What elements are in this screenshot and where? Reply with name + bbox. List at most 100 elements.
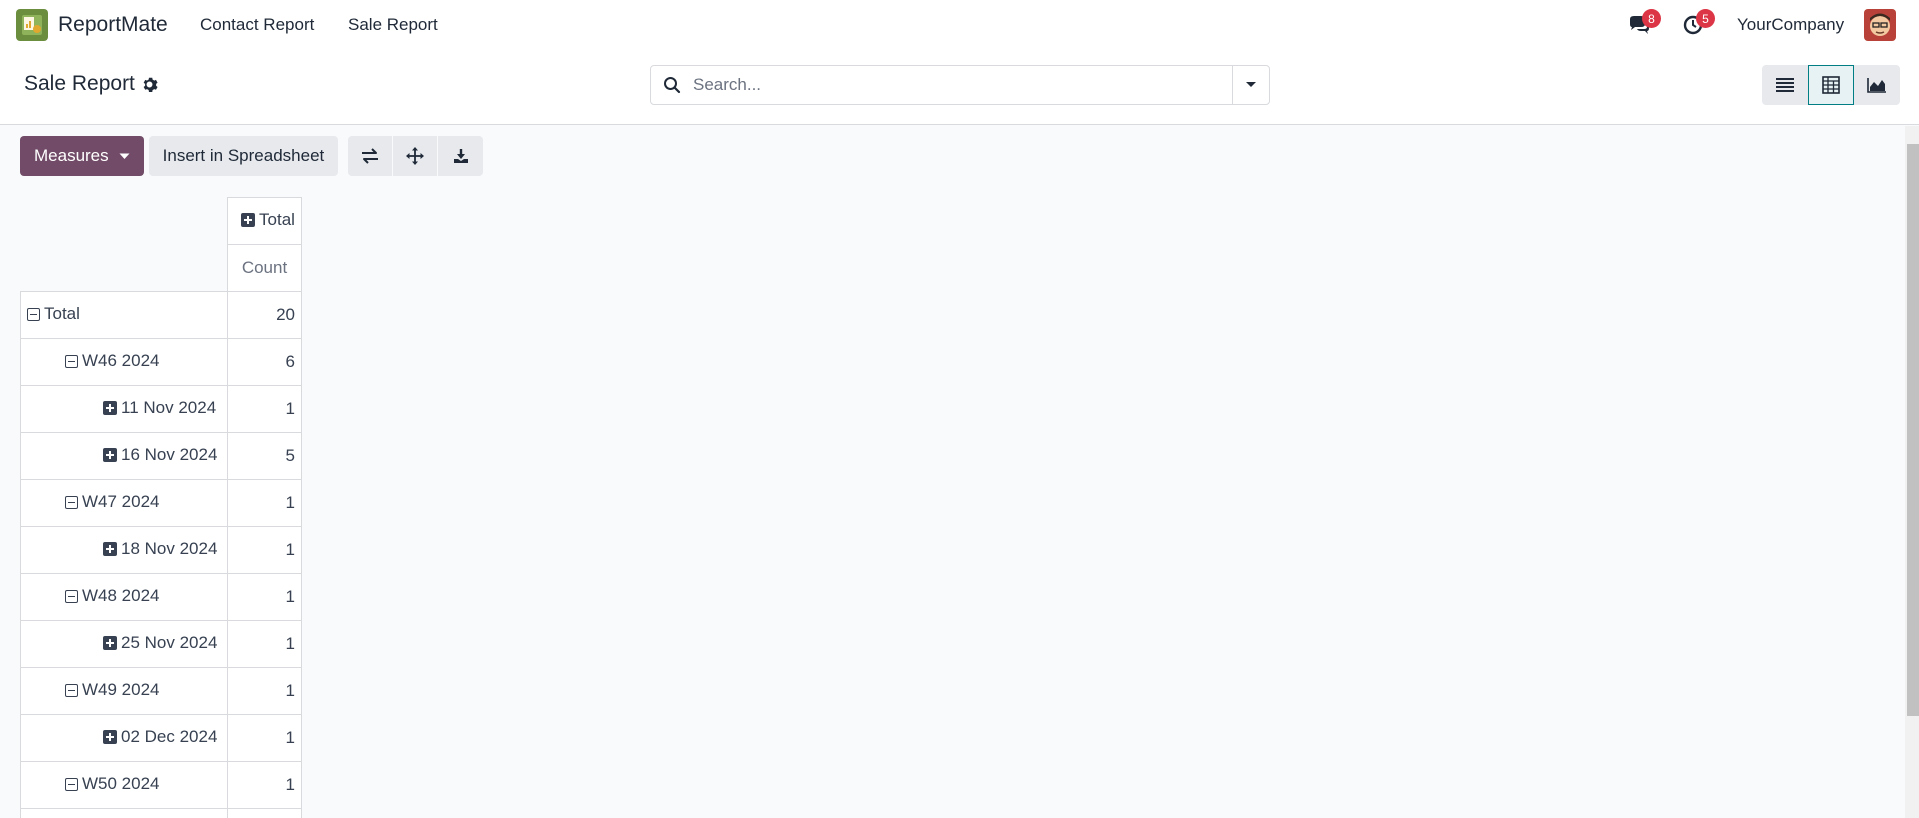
table-row: W47 2024 1 xyxy=(20,479,302,527)
collapse-minus-icon xyxy=(65,495,78,509)
cell-value xyxy=(227,808,302,818)
page-title-text: Sale Report xyxy=(24,72,135,95)
expand-plus-icon xyxy=(103,542,117,556)
expand-all-button[interactable] xyxy=(393,136,439,176)
row-header[interactable]: 02 Dec 2024 xyxy=(20,714,228,762)
pivot-table: Total Count Total 20 W46 2024 6 11 Nov 2… xyxy=(20,197,302,818)
row-header[interactable]: W48 2024 xyxy=(20,573,228,621)
row-header[interactable]: W47 2024 xyxy=(20,479,228,527)
search-box xyxy=(650,65,1270,105)
row-header[interactable]: 16 Nov 2024 xyxy=(20,432,228,480)
table-row: 02 Dec 2024 1 xyxy=(20,714,302,762)
row-header[interactable]: 11 Nov 2024 xyxy=(20,385,228,433)
scrollbar-thumb[interactable] xyxy=(1907,144,1919,716)
collapse-minus-icon xyxy=(65,354,78,368)
row-label: 18 Nov 2024 xyxy=(121,539,218,558)
row-header[interactable]: 18 Nov 2024 xyxy=(20,526,228,574)
messages-button[interactable]: 8 xyxy=(1627,9,1661,37)
flip-axis-button[interactable] xyxy=(348,136,394,176)
user-avatar[interactable] xyxy=(1864,9,1896,41)
row-label: W50 2024 xyxy=(82,774,160,794)
table-row: W46 2024 6 xyxy=(20,338,302,386)
pivot-content: Measures Insert in Spreadsheet Total Cou… xyxy=(0,126,1905,818)
cell-value[interactable]: 1 xyxy=(227,714,302,762)
gear-icon[interactable] xyxy=(141,76,158,93)
row-label: 25 Nov 2024 xyxy=(121,633,218,652)
company-switcher[interactable]: YourCompany xyxy=(1737,15,1844,35)
row-header[interactable]: W49 2024 xyxy=(20,667,228,715)
cell-value[interactable]: 1 xyxy=(227,620,302,668)
exchange-icon xyxy=(362,148,379,164)
table-icon xyxy=(1822,76,1840,94)
table-row: W48 2024 1 xyxy=(20,573,302,621)
expand-plus-icon xyxy=(103,636,117,650)
area-chart-icon xyxy=(1867,78,1886,93)
search-options-toggle[interactable] xyxy=(1232,66,1269,104)
table-row: W49 2024 1 xyxy=(20,667,302,715)
collapse-minus-icon xyxy=(27,307,40,321)
view-switcher xyxy=(1762,65,1900,105)
row-label: 02 Dec 2024 xyxy=(121,727,218,746)
caret-down-icon xyxy=(119,153,130,159)
control-panel: Sale Report xyxy=(0,50,1919,125)
collapse-minus-icon xyxy=(65,683,78,697)
cell-value[interactable]: 1 xyxy=(227,667,302,715)
measure-header-count[interactable]: Count xyxy=(227,244,302,292)
list-view-button[interactable] xyxy=(1762,65,1808,105)
insert-spreadsheet-button[interactable]: Insert in Spreadsheet xyxy=(148,136,339,176)
vertical-scrollbar[interactable] xyxy=(1905,126,1919,818)
row-label: W49 2024 xyxy=(82,680,160,700)
row-label: 11 Nov 2024 xyxy=(121,398,217,417)
expand-plus-icon xyxy=(103,730,117,744)
cell-value[interactable]: 1 xyxy=(227,385,302,433)
col-header-total[interactable]: Total xyxy=(227,197,302,245)
cell-value[interactable]: 1 xyxy=(227,526,302,574)
app-name[interactable]: ReportMate xyxy=(58,13,168,37)
table-row: 11 Nov 2024 1 xyxy=(20,385,302,433)
cell-value[interactable]: 6 xyxy=(227,338,302,386)
row-label: 16 Nov 2024 xyxy=(121,445,218,464)
measures-button[interactable]: Measures xyxy=(20,136,144,176)
arrows-icon xyxy=(406,147,425,165)
cell-value[interactable]: 5 xyxy=(227,432,302,480)
row-label: W48 2024 xyxy=(82,586,160,606)
search-input[interactable] xyxy=(693,75,1233,95)
activities-button[interactable]: 5 xyxy=(1681,9,1715,37)
download-button[interactable] xyxy=(438,136,484,176)
row-label: W46 2024 xyxy=(82,351,160,371)
table-row: Total 20 xyxy=(20,291,302,339)
row-header[interactable]: W46 2024 xyxy=(20,338,228,386)
top-navbar: ReportMate Contact Report Sale Report 8 … xyxy=(0,0,1919,50)
col-header-label: Total xyxy=(259,210,295,229)
collapse-minus-icon xyxy=(65,589,78,603)
app-logo-icon[interactable] xyxy=(16,9,48,41)
caret-down-icon xyxy=(1246,82,1256,87)
measures-label: Measures xyxy=(34,146,109,165)
nav-contact-report[interactable]: Contact Report xyxy=(200,15,314,35)
row-header[interactable]: Total xyxy=(20,291,228,339)
nav-sale-report[interactable]: Sale Report xyxy=(348,15,438,35)
table-row xyxy=(20,808,302,818)
expand-plus-icon xyxy=(103,401,117,415)
pivot-actions-group xyxy=(348,136,484,176)
page-title: Sale Report xyxy=(24,72,158,96)
expand-plus-icon xyxy=(241,213,256,227)
cell-value[interactable]: 1 xyxy=(227,479,302,527)
messages-badge: 8 xyxy=(1642,9,1661,28)
row-header[interactable]: 25 Nov 2024 xyxy=(20,620,228,668)
cell-value[interactable]: 1 xyxy=(227,761,302,809)
expand-plus-icon xyxy=(103,448,117,462)
search-icon xyxy=(664,77,681,94)
table-row: 25 Nov 2024 1 xyxy=(20,620,302,668)
row-header[interactable]: W50 2024 xyxy=(20,761,228,809)
row-header xyxy=(20,808,228,818)
collapse-minus-icon xyxy=(65,777,78,791)
graph-view-button[interactable] xyxy=(1854,65,1900,105)
row-label: Total xyxy=(44,304,80,324)
download-icon xyxy=(453,149,468,163)
pivot-view-button[interactable] xyxy=(1808,65,1854,105)
cell-value[interactable]: 20 xyxy=(227,291,302,339)
table-row: 18 Nov 2024 1 xyxy=(20,526,302,574)
row-label: W47 2024 xyxy=(82,492,160,512)
cell-value[interactable]: 1 xyxy=(227,573,302,621)
